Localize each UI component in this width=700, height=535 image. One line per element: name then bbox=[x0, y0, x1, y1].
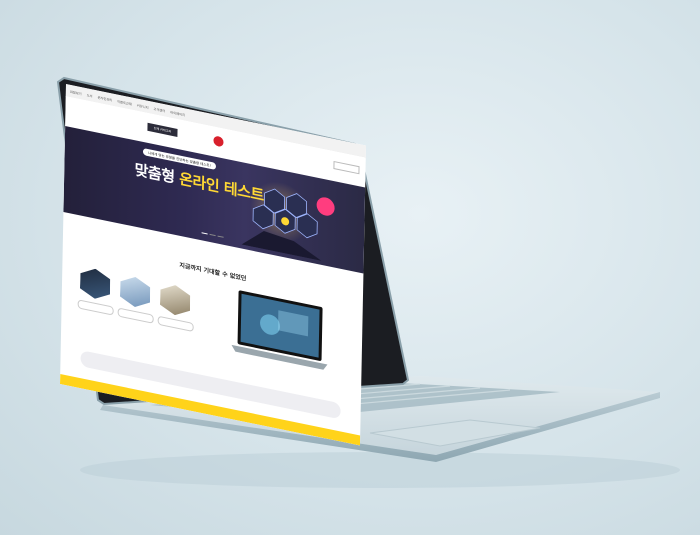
site-logo[interactable] bbox=[213, 132, 273, 160]
graph-icon bbox=[120, 274, 151, 310]
hex-hologram-illustration bbox=[241, 181, 322, 261]
chart-icon bbox=[80, 266, 111, 302]
feature-card-3[interactable] bbox=[160, 282, 191, 318]
carousel-dot[interactable] bbox=[209, 233, 216, 237]
feature-card-2[interactable] bbox=[120, 274, 151, 310]
topbar-link[interactable]: 이벤트교재 bbox=[117, 98, 132, 106]
topbar-link[interactable]: 도서 bbox=[87, 92, 93, 98]
topbar-link[interactable]: 커뮤니티 bbox=[137, 102, 149, 109]
topbar-link[interactable]: 마이페이지 bbox=[170, 109, 185, 117]
hero-title-main: 맞춤형 bbox=[134, 160, 175, 187]
topbar-link[interactable]: 온라인강의 bbox=[97, 94, 112, 102]
photo-scene: 파일보기 도서 온라인강의 이벤트교재 커뮤니티 고객센터 마이페이지 전체 카… bbox=[0, 0, 700, 535]
book-icon bbox=[160, 282, 191, 318]
website-screen: 파일보기 도서 온라인강의 이벤트교재 커뮤니티 고객센터 마이페이지 전체 카… bbox=[60, 84, 366, 446]
header-search-input[interactable] bbox=[333, 160, 360, 175]
logo-flower-icon bbox=[213, 135, 224, 148]
topbar-link[interactable]: 고객센터 bbox=[154, 105, 166, 112]
feature-card-1[interactable] bbox=[80, 266, 111, 302]
category-menu-button[interactable]: 전체 카테고리 bbox=[147, 122, 178, 137]
section-title-prefix: 지금까지 기대할 수 없었던 bbox=[179, 261, 247, 283]
carousel-indicator[interactable] bbox=[201, 232, 224, 238]
laptop-mockup-image bbox=[231, 290, 328, 370]
carousel-dot[interactable] bbox=[217, 235, 224, 238]
carousel-dot[interactable] bbox=[201, 232, 208, 235]
topbar-link[interactable]: 파일보기 bbox=[70, 88, 82, 95]
